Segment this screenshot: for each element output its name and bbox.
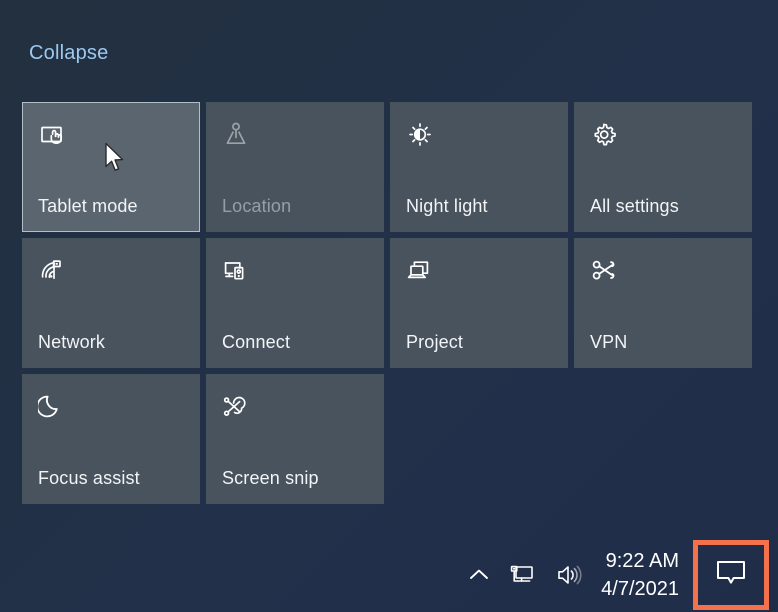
quick-action-tile-connect[interactable]: Connect: [206, 238, 384, 368]
tile-cell: Focus assist: [22, 374, 206, 510]
quick-action-label: Screen snip: [222, 468, 319, 489]
quick-action-tile-vpn[interactable]: VPN: [574, 238, 752, 368]
clock-time: 9:22 AM: [606, 547, 679, 575]
quick-action-label: All settings: [590, 196, 679, 217]
quick-action-label: Night light: [406, 196, 488, 217]
quick-action-label: Focus assist: [38, 468, 140, 489]
collapse-link[interactable]: Collapse: [29, 40, 108, 66]
quick-action-label: Network: [38, 332, 105, 353]
quick-action-tile-project[interactable]: Project: [390, 238, 568, 368]
scissors-snip-icon: [222, 392, 256, 426]
wifi-icon: [38, 256, 72, 290]
tile-cell: Night light: [390, 102, 574, 238]
sun-icon: [406, 120, 440, 154]
tile-cell: Location: [206, 102, 390, 238]
tile-cell: Network: [22, 238, 206, 374]
quick-action-tile-focus-assist[interactable]: Focus assist: [22, 374, 200, 504]
network-monitor-icon[interactable]: [501, 538, 545, 612]
chevron-up-icon[interactable]: [457, 538, 501, 612]
tile-cell: Tablet mode: [22, 102, 206, 238]
tablet-touch-icon: [38, 120, 72, 154]
tile-cell: Screen snip: [206, 374, 390, 510]
quick-actions-grid: Tablet mode Location: [22, 102, 758, 510]
quick-action-tile-all-settings[interactable]: All settings: [574, 102, 752, 232]
speaker-volume-icon[interactable]: [545, 538, 595, 612]
quick-action-tile-night-light[interactable]: Night light: [390, 102, 568, 232]
speech-bubble-icon: [714, 558, 748, 593]
tile-cell: Project: [390, 238, 574, 374]
taskbar: 9:22 AM 4/7/2021: [0, 538, 778, 612]
project-display-icon: [406, 256, 440, 290]
quick-action-tile-tablet-mode[interactable]: Tablet mode: [22, 102, 200, 232]
tile-cell: VPN: [574, 238, 758, 374]
moon-icon: [38, 392, 72, 426]
quick-action-label: Tablet mode: [38, 196, 138, 217]
location-beacon-icon: [222, 120, 256, 154]
quick-action-label: Project: [406, 332, 463, 353]
tile-cell: Connect: [206, 238, 390, 374]
quick-action-label: Connect: [222, 332, 290, 353]
quick-action-label: VPN: [590, 332, 627, 353]
vpn-icon: [590, 256, 624, 290]
quick-action-label: Location: [222, 196, 291, 217]
tile-cell: All settings: [574, 102, 758, 238]
quick-action-tile-network[interactable]: Network: [22, 238, 200, 368]
gear-icon: [590, 120, 624, 154]
connect-devices-icon: [222, 256, 256, 290]
quick-action-tile-screen-snip[interactable]: Screen snip: [206, 374, 384, 504]
clock-date: 4/7/2021: [601, 575, 679, 603]
collapse-row: Collapse: [29, 40, 108, 66]
action-center-button[interactable]: [693, 540, 769, 610]
taskbar-clock[interactable]: 9:22 AM 4/7/2021: [595, 538, 693, 612]
quick-action-tile-location[interactable]: Location: [206, 102, 384, 232]
system-tray: 9:22 AM 4/7/2021: [457, 538, 778, 612]
